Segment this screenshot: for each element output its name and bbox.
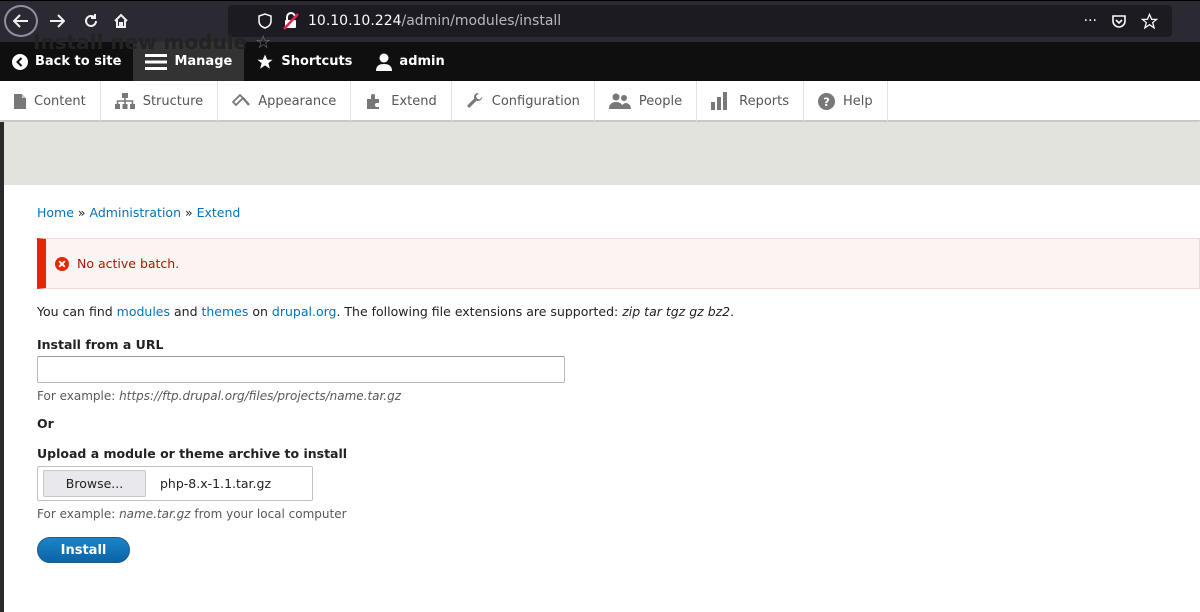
help-text-part: .: [730, 304, 735, 319]
bar-chart-icon: [711, 92, 728, 110]
star-icon: [257, 54, 273, 69]
tray-item-label: Extend: [391, 93, 437, 109]
sitemap-icon: [114, 93, 135, 109]
tray-item-label: Structure: [142, 93, 204, 109]
help-text-part: You can find: [37, 304, 117, 319]
tray-item-configuration[interactable]: Configuration: [452, 81, 595, 121]
help-text-part: . The following file extensions are supp…: [336, 304, 623, 319]
error-icon: [55, 256, 69, 271]
url-field-description: For example: https://ftp.drupal.org/file…: [37, 389, 401, 403]
page-actions-icon[interactable]: ···: [1084, 13, 1097, 29]
breadcrumb-separator: »: [181, 205, 197, 220]
tray-item-structure[interactable]: Structure: [101, 81, 219, 121]
back-circle-icon: [12, 53, 28, 70]
page-title: Install new module ☆: [33, 30, 271, 54]
tray-item-label: Configuration: [491, 93, 580, 109]
url-host: 10.10.10.224: [308, 13, 402, 29]
insecure-lock-icon: [283, 12, 299, 30]
tray-item-content[interactable]: Content: [0, 81, 101, 121]
tray-item-help[interactable]: ? Help: [804, 81, 888, 121]
url-path: /admin/modules/install: [401, 13, 562, 29]
breadcrumb-home-link[interactable]: Home: [37, 205, 74, 220]
admin-menu-tray: Content Structure Appearance Extend Conf…: [0, 81, 1200, 121]
breadcrumb-administration-link[interactable]: Administration: [90, 205, 181, 220]
tray-item-people[interactable]: People: [595, 81, 698, 121]
help-text-part: on: [248, 304, 272, 319]
install-url-input[interactable]: [37, 356, 565, 383]
upload-example: name.tar.gz: [119, 507, 191, 521]
toolbar-user[interactable]: admin: [364, 42, 456, 81]
tray-item-label: Content: [34, 93, 86, 109]
people-icon: [608, 93, 631, 109]
description-prefix: For example:: [37, 389, 120, 403]
error-message: No active batch.: [37, 238, 1200, 289]
toolbar-item-label: Back to site: [35, 54, 122, 69]
url-field-label: Install from a URL: [37, 337, 164, 352]
tray-item-label: People: [638, 93, 683, 109]
modules-link[interactable]: modules: [117, 304, 170, 319]
breadcrumb-extend-link[interactable]: Extend: [197, 205, 241, 220]
description-prefix: For example:: [37, 507, 120, 521]
user-icon: [376, 53, 393, 71]
tray-item-appearance[interactable]: Appearance: [218, 81, 352, 121]
toolbar-item-label: Manage: [174, 54, 233, 69]
pocket-icon[interactable]: [1111, 13, 1127, 29]
document-icon: [14, 93, 26, 109]
tray-item-reports[interactable]: Reports: [697, 81, 804, 121]
breadcrumb-separator: »: [73, 205, 90, 220]
page-header: [4, 122, 1200, 185]
upload-field-description: For example: name.tar.gz from your local…: [37, 507, 347, 521]
install-button[interactable]: Install: [37, 537, 130, 563]
description-suffix: from your local computer: [190, 507, 347, 521]
shortcut-star-icon[interactable]: ☆: [255, 32, 271, 53]
selected-file-name: php-8.x-1.1.tar.gz: [160, 476, 272, 491]
url-example: https://ftp.drupal.org/files/projects/na…: [119, 389, 402, 403]
browse-button[interactable]: Browse...: [43, 470, 146, 497]
or-label: Or: [37, 416, 54, 431]
bookmark-star-icon[interactable]: [1141, 12, 1158, 30]
help-icon: ?: [818, 92, 835, 110]
supported-extensions: zip tar tgz gz bz2: [622, 304, 731, 319]
drupal-org-link[interactable]: drupal.org: [272, 304, 337, 319]
page-left-edge: [0, 122, 4, 612]
address-bar[interactable]: 10.10.10.224/admin/modules/install ···: [228, 5, 1172, 37]
puzzle-icon: [367, 94, 380, 109]
tray-item-extend[interactable]: Extend: [351, 81, 452, 121]
shield-icon: [258, 13, 272, 29]
svg-text:?: ?: [823, 94, 830, 108]
toolbar-item-label: admin: [399, 54, 445, 69]
toolbar-item-label: Shortcuts: [281, 54, 353, 69]
upload-field-label: Upload a module or theme archive to inst…: [37, 446, 348, 461]
breadcrumb: Home » Administration » Extend: [37, 205, 240, 220]
tray-item-label: Help: [843, 93, 873, 109]
themes-link[interactable]: themes: [201, 304, 248, 319]
error-message-text: No active batch.: [77, 256, 180, 271]
tray-item-label: Reports: [739, 93, 789, 109]
page-title-text: Install new module: [33, 30, 248, 54]
help-text-part: and: [170, 304, 202, 319]
wrench-icon: [466, 93, 482, 108]
file-upload-field[interactable]: Browse... php-8.x-1.1.tar.gz: [37, 466, 313, 501]
help-text: You can find modules and themes on drupa…: [37, 304, 734, 319]
tray-item-label: Appearance: [258, 93, 337, 109]
brush-icon: [232, 93, 251, 107]
hamburger-icon: [145, 53, 168, 70]
